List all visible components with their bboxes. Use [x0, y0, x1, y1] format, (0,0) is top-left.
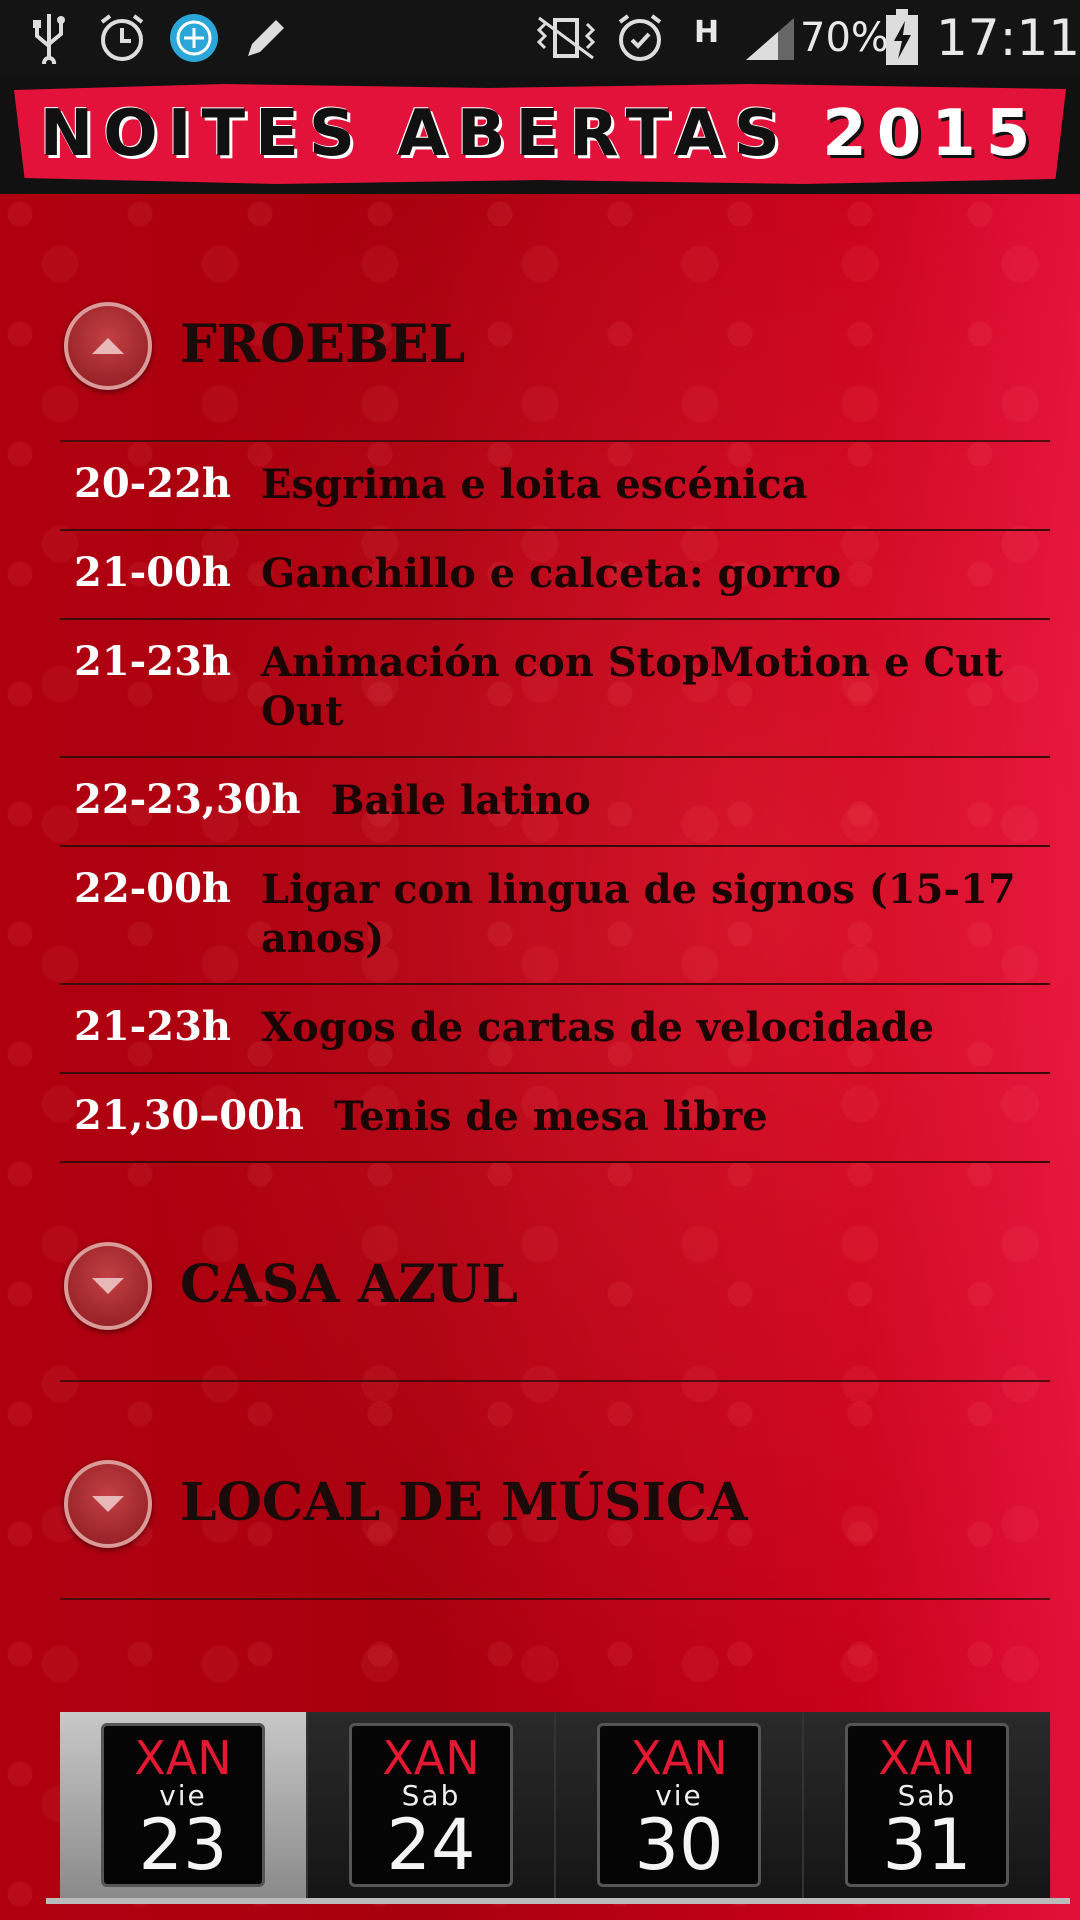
tab-indicator-line: [46, 1898, 1070, 1904]
chevron-up-icon: [92, 338, 124, 354]
date-tab-23[interactable]: XAN vie 23: [60, 1712, 308, 1898]
date-card: XAN Sab 31: [845, 1723, 1009, 1887]
event-row[interactable]: 22-23,30h Baile latino: [60, 758, 1050, 847]
event-title: Tenis de mesa libre: [334, 1093, 768, 1140]
app-title-text: NOITES ABERTAS: [39, 97, 790, 171]
event-time: 22-00h: [74, 865, 232, 912]
tab-month: XAN: [630, 1731, 728, 1785]
event-row[interactable]: 20-22h Esgrima e loita escénica: [60, 442, 1050, 531]
event-title: Xogos de cartas de velocidade: [261, 1004, 935, 1051]
network-type: H: [694, 14, 720, 50]
alarm-icon: [94, 8, 150, 68]
event-row[interactable]: 21-23h Xogos de cartas de velocidade: [60, 985, 1050, 1074]
expand-toggle-button[interactable]: [64, 1242, 152, 1330]
venue-title: FROEBEL: [180, 314, 466, 375]
event-time: 20-22h: [74, 460, 232, 507]
signal-icon: [742, 8, 798, 68]
event-time: 21,30–00h: [74, 1092, 304, 1139]
tab-day: 24: [386, 1804, 476, 1886]
event-title: Baile latino: [330, 777, 591, 824]
date-card: XAN vie 30: [597, 1723, 761, 1887]
event-row[interactable]: 21,30–00h Tenis de mesa libre: [60, 1074, 1050, 1163]
venue-title: CASA AZUL: [180, 1254, 518, 1315]
header-banner: NOITES ABERTAS 2015: [14, 84, 1066, 184]
date-card: XAN Sab 24: [349, 1723, 513, 1887]
collapse-toggle-button[interactable]: [64, 302, 152, 390]
alarm-clock-icon: [612, 8, 668, 68]
expand-toggle-button[interactable]: [64, 1460, 152, 1548]
event-time: 22-23,30h: [74, 776, 301, 823]
event-row[interactable]: 21-00h Ganchillo e calceta: gorro: [60, 531, 1050, 620]
date-card: XAN vie 23: [101, 1723, 265, 1887]
app-header: NOITES ABERTAS 2015: [0, 76, 1080, 194]
date-tab-30[interactable]: XAN vie 30: [556, 1712, 804, 1898]
tab-day: 30: [634, 1804, 724, 1886]
event-row[interactable]: 21-23h Animación con StopMotion e Cut Ou…: [60, 620, 1050, 758]
tab-month: XAN: [134, 1731, 232, 1785]
tab-month: XAN: [878, 1731, 976, 1785]
event-time: 21-23h: [74, 1003, 232, 1050]
event-time: 21-23h: [74, 638, 232, 685]
usb-icon: [28, 8, 70, 68]
pencil-icon: [240, 8, 292, 68]
tab-day: 31: [882, 1804, 972, 1886]
venue-section-froebel: FROEBEL 20-22h Esgrima e loita escénica …: [60, 268, 1050, 1163]
divider: [60, 1598, 1050, 1600]
venue-header[interactable]: FROEBEL: [60, 268, 1050, 440]
battery-charging-icon: [882, 8, 922, 68]
status-bar: H 70% 17:11: [0, 0, 1080, 76]
date-tab-bar: XAN vie 23 XAN Sab 24 XAN vie 30 XAN Sab…: [60, 1712, 1050, 1898]
app-title: NOITES ABERTAS 2015: [40, 97, 1041, 171]
event-time: 21-00h: [74, 549, 232, 596]
event-row[interactable]: 22-00h Ligar con lingua de signos (15-17…: [60, 847, 1050, 985]
event-title: Ligar con lingua de signos (15-17 anos): [261, 866, 1016, 962]
event-title: Animación con StopMotion e Cut Out: [261, 639, 1003, 735]
battery-percent: 70%: [800, 15, 889, 61]
vibrate-icon: [530, 8, 602, 68]
divider: [60, 1380, 1050, 1382]
event-title: Ganchillo e calceta: gorro: [261, 550, 842, 597]
sync-icon: [166, 8, 222, 68]
date-tab-31[interactable]: XAN Sab 31: [804, 1712, 1050, 1898]
venue-section-local-de-musica: LOCAL DE MÚSICA: [60, 1426, 1050, 1600]
date-tab-24[interactable]: XAN Sab 24: [308, 1712, 556, 1898]
app-title-year: 2015: [822, 97, 1041, 171]
tab-day: 23: [138, 1804, 228, 1886]
venue-title: LOCAL DE MÚSICA: [180, 1472, 748, 1533]
venue-section-casa-azul: CASA AZUL: [60, 1208, 1050, 1382]
chevron-down-icon: [92, 1278, 124, 1294]
venue-header[interactable]: CASA AZUL: [60, 1208, 1050, 1380]
clock-time: 17:11: [936, 9, 1080, 67]
tab-month: XAN: [382, 1731, 480, 1785]
chevron-down-icon: [92, 1496, 124, 1512]
venue-header[interactable]: LOCAL DE MÚSICA: [60, 1426, 1050, 1598]
event-title: Esgrima e loita escénica: [261, 461, 808, 508]
